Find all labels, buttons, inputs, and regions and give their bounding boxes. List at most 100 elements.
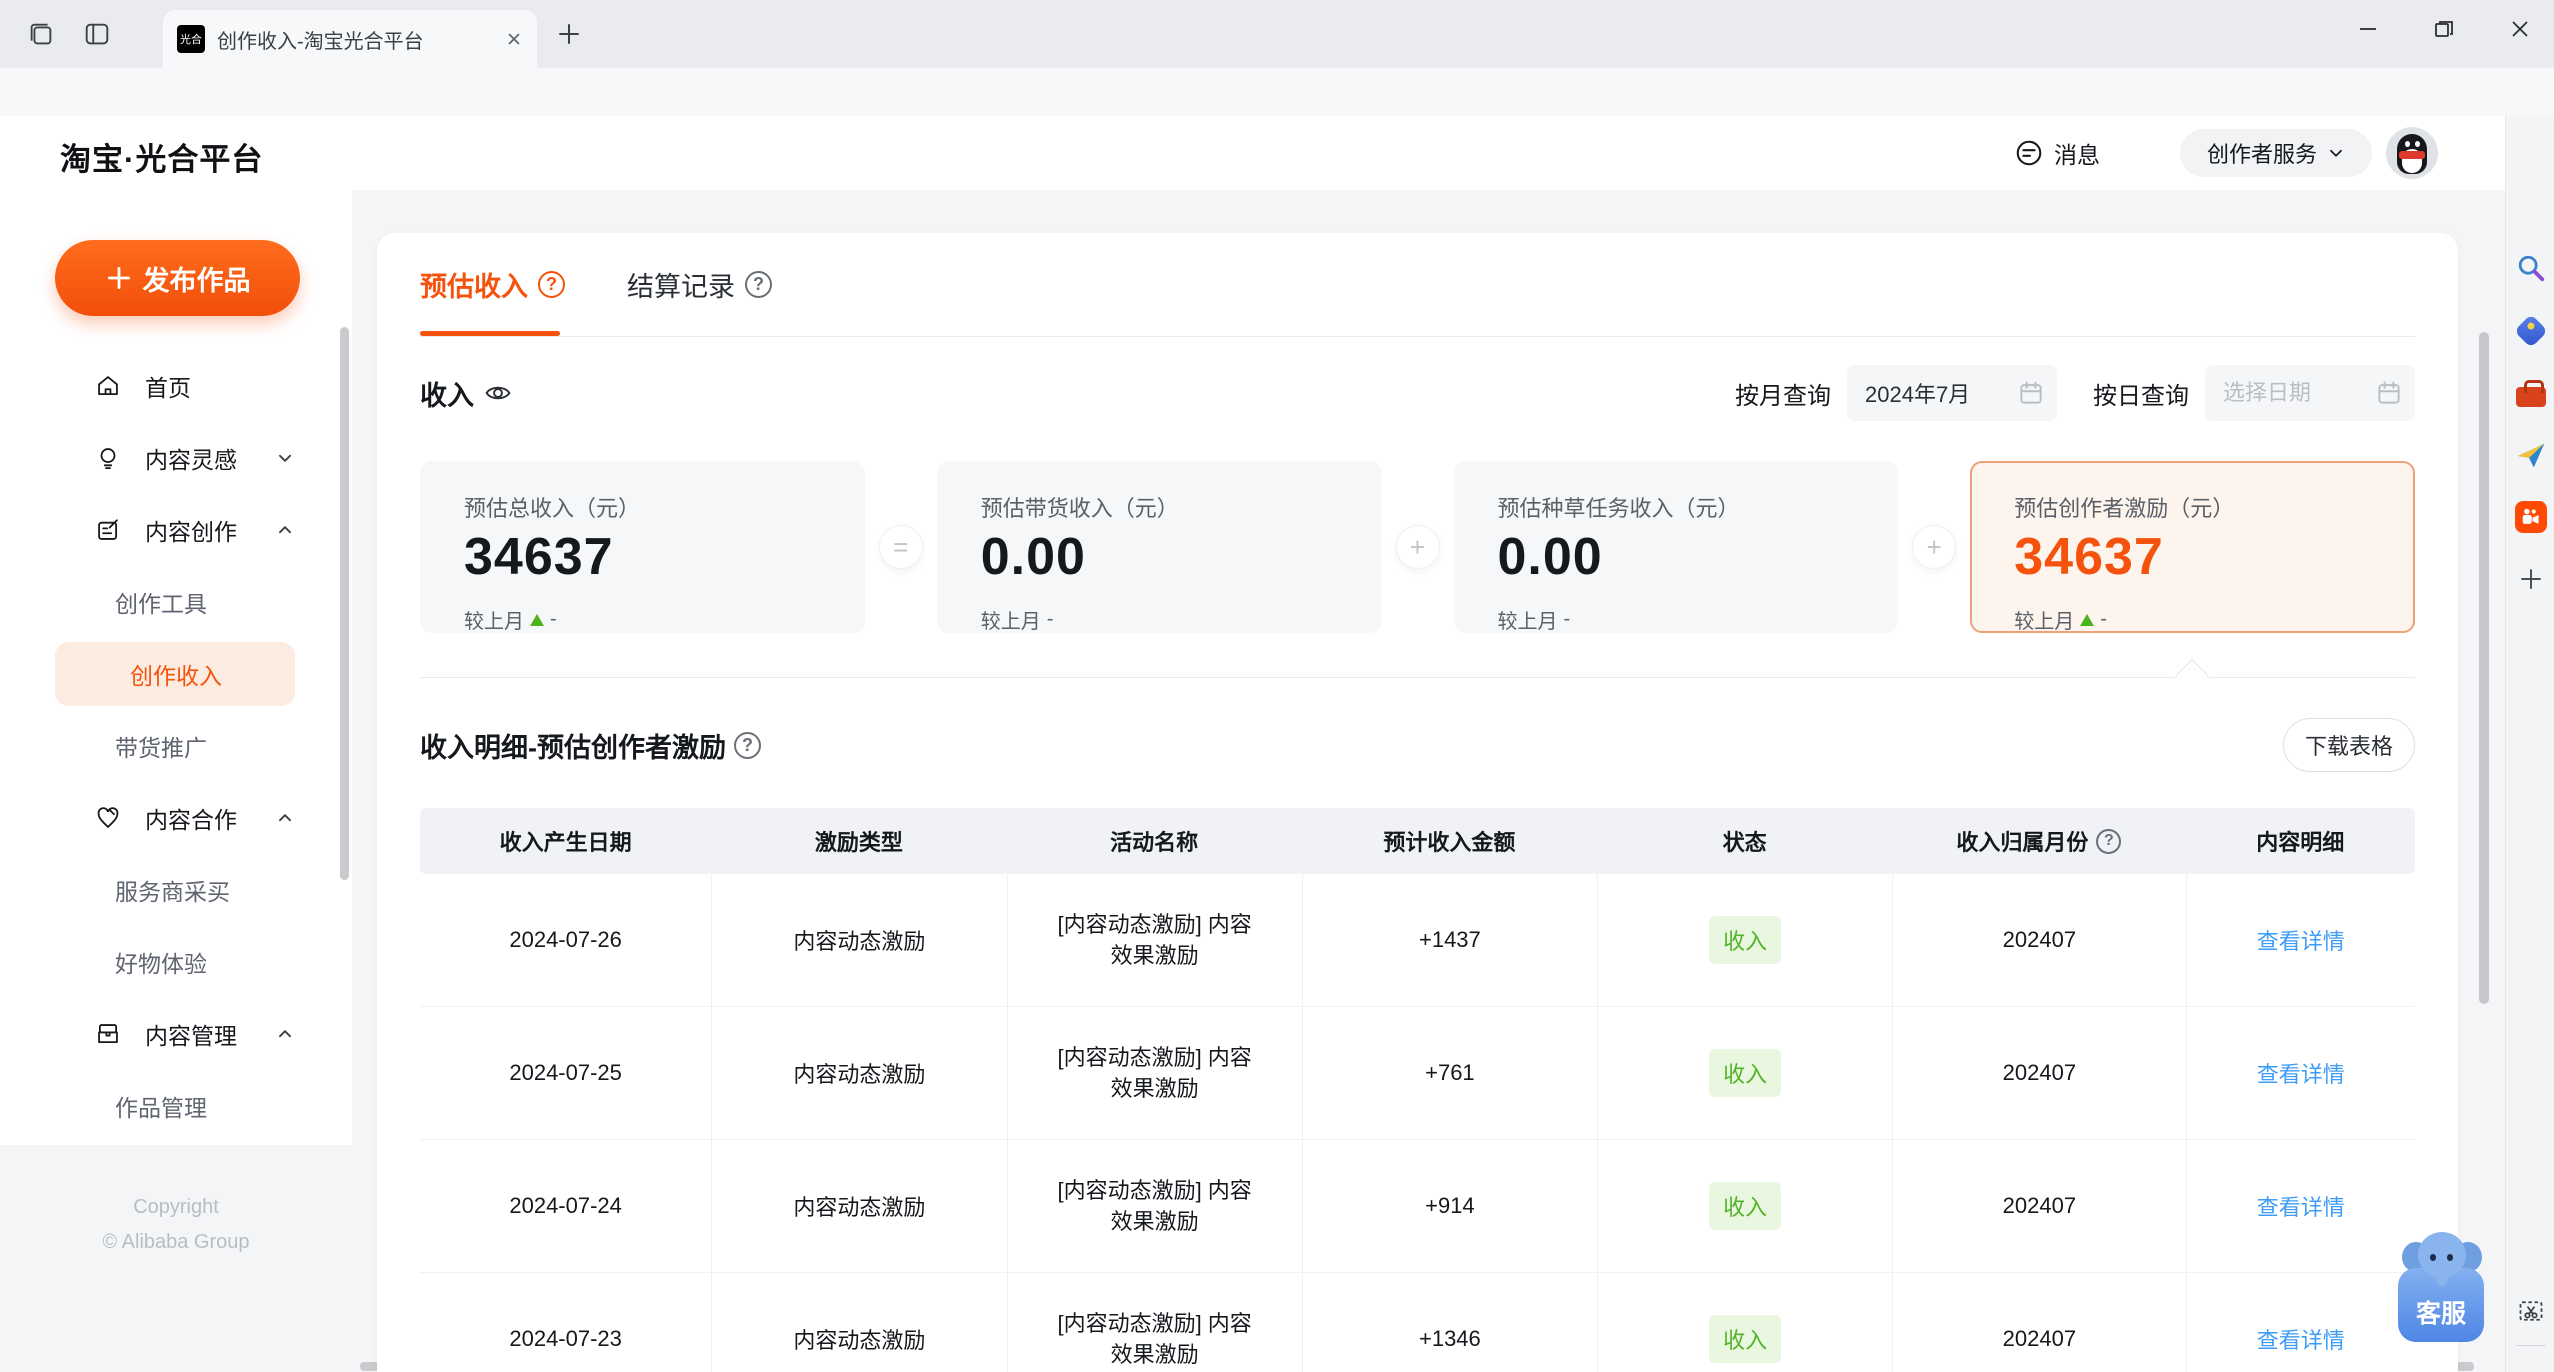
publish-button[interactable]: 发布作品 xyxy=(55,240,300,316)
operator-plus: + xyxy=(1395,525,1440,569)
detail-title: 收入明细-预估创作者激励 xyxy=(420,732,726,763)
add-sidebar-item-icon[interactable] xyxy=(2514,562,2548,596)
sidebar-item-works-management[interactable]: 作品管理 xyxy=(0,1070,352,1142)
calendar-icon xyxy=(2017,379,2045,407)
publish-label: 发布作品 xyxy=(142,265,251,296)
help-icon[interactable] xyxy=(2096,828,2122,854)
help-icon[interactable] xyxy=(734,731,761,759)
sidebar-item-home[interactable]: 首页 xyxy=(0,350,352,422)
month-query-label: 按月查询 xyxy=(1735,382,1831,410)
edge-sidebar xyxy=(2505,116,2554,1372)
customer-support-widget[interactable]: 客服 xyxy=(2396,1228,2488,1344)
card-creator-incentive[interactable]: 预估创作者激励（元） 34637 较上月 - xyxy=(1970,461,2415,633)
message-icon xyxy=(2016,140,2042,166)
heart-hands-icon xyxy=(95,805,121,831)
workspaces-icon[interactable] xyxy=(82,19,112,49)
eye-icon[interactable] xyxy=(484,379,512,407)
lightbulb-icon xyxy=(95,445,121,471)
section-divider xyxy=(420,659,2415,693)
tools-icon[interactable] xyxy=(2514,376,2548,410)
plus-icon xyxy=(107,266,130,290)
chevron-up-icon xyxy=(276,809,294,827)
status-badge: 收入 xyxy=(1709,1182,1782,1230)
sidebar-item-management[interactable]: 内容管理 xyxy=(0,998,352,1070)
copyright: Copyright © Alibaba Group xyxy=(102,1196,250,1253)
active-tab-underline xyxy=(420,331,560,336)
home-icon xyxy=(95,373,121,399)
sidebar-item-creation-income[interactable]: 创作收入 xyxy=(0,638,352,710)
sidebar-item-goods-experience[interactable]: 好物体验 xyxy=(0,926,352,998)
sidebar-scrollbar[interactable] xyxy=(340,327,349,880)
support-label: 客服 xyxy=(2415,1300,2466,1328)
card-total-income[interactable]: 预估总收入（元） 34637 较上月 - xyxy=(420,461,865,633)
main-content: 预估收入 结算记录 收入 按月查询 按日查询 xyxy=(377,233,2458,1372)
status-badge: 收入 xyxy=(1709,1049,1782,1097)
window-close-button[interactable] xyxy=(2497,0,2543,58)
income-query-row: 收入 按月查询 按日查询 xyxy=(420,365,2415,421)
user-avatar[interactable] xyxy=(2386,127,2438,179)
sidebar-item-inspiration[interactable]: 内容灵感 xyxy=(0,422,352,494)
window-minimize-button[interactable] xyxy=(2345,0,2391,58)
sidebar-item-promo[interactable]: 带货推广 xyxy=(0,710,352,782)
search-icon[interactable] xyxy=(2514,251,2548,285)
screenshot-icon[interactable] xyxy=(2514,1294,2548,1328)
tab-estimated-income[interactable]: 预估收入 xyxy=(420,265,565,304)
detail-header: 收入明细-预估创作者激励 下载表格 xyxy=(420,718,2415,772)
income-tabbar: 预估收入 结算记录 xyxy=(420,233,2415,337)
sidebar-item-creation[interactable]: 内容创作 xyxy=(0,494,352,566)
share-plane-icon[interactable] xyxy=(2514,438,2548,472)
help-icon[interactable] xyxy=(538,271,565,298)
day-query-label: 按日查询 xyxy=(2093,382,2189,410)
chevron-up-icon xyxy=(276,1025,294,1043)
site-header: 淘宝·光合平台 消息 创作者服务 xyxy=(0,116,2505,190)
messages-button[interactable]: 消息 xyxy=(2014,136,2100,170)
sidebar-item-cooperation[interactable]: 内容合作 xyxy=(0,782,352,854)
window-restore-button[interactable] xyxy=(2421,0,2467,58)
browser-tabstrip: 光合 创作收入-淘宝光合平台 xyxy=(0,0,2554,68)
browser-tab[interactable]: 光合 创作收入-淘宝光合平台 xyxy=(163,10,537,68)
view-details-link[interactable]: 查看详情 xyxy=(2257,1190,2345,1222)
page-vertical-scrollbar[interactable] xyxy=(2479,332,2489,1004)
trend-up-icon xyxy=(530,613,544,626)
table-row: 2024-07-26 内容动态激励 [内容动态激励] 内容效果激励 +1437 … xyxy=(420,874,2415,1007)
tab-title: 创作收入-淘宝光合平台 xyxy=(217,30,424,53)
help-icon[interactable] xyxy=(745,271,772,298)
sidebar-item-creation-tools[interactable]: 创作工具 xyxy=(0,566,352,638)
status-badge: 收入 xyxy=(1709,916,1782,964)
tab-actions-icon[interactable] xyxy=(26,19,56,49)
chevron-down-icon xyxy=(276,449,294,467)
compose-icon xyxy=(95,517,121,543)
view-details-link[interactable]: 查看详情 xyxy=(2257,924,2345,956)
view-details-link[interactable]: 查看详情 xyxy=(2257,1057,2345,1089)
creator-services-dropdown[interactable]: 创作者服务 xyxy=(2180,129,2372,177)
income-table: 收入产生日期 激励类型 活动名称 预计收入金额 状态 收入归属月份 内容明细 2… xyxy=(420,808,2415,1372)
stat-cards: 预估总收入（元） 34637 较上月 - = 预估带货收入（元） 0.00 较上月… xyxy=(420,461,2415,633)
chevron-down-icon xyxy=(2330,149,2342,157)
left-sidebar: 发布作品 首页 内容灵感 内容创作 创作工具 创作收入 带货推广 内容合作 服务… xyxy=(0,190,352,1145)
table-row: 2024-07-25 内容动态激励 [内容动态激励] 内容效果激励 +761 收… xyxy=(420,1007,2415,1140)
card-task-income[interactable]: 预估种草任务收入（元） 0.00 较上月 - xyxy=(1453,461,1899,633)
tab-settlement-record[interactable]: 结算记录 xyxy=(627,265,772,304)
tab-close-icon[interactable] xyxy=(505,30,523,48)
operator-equals: = xyxy=(878,525,923,569)
chevron-up-icon xyxy=(276,521,294,539)
table-row: 2024-07-23 内容动态激励 [内容动态激励] 内容效果激励 +1346 … xyxy=(420,1273,2415,1372)
shopping-icon[interactable] xyxy=(2514,314,2548,348)
income-title: 收入 xyxy=(420,380,474,411)
download-table-button[interactable]: 下载表格 xyxy=(2283,718,2415,772)
card-goods-income[interactable]: 预估带货收入（元） 0.00 较上月 - xyxy=(936,461,1382,633)
creator-services-label: 创作者服务 xyxy=(2206,142,2317,167)
site-logo: 淘宝·光合平台 xyxy=(60,142,264,177)
sidebar-divider xyxy=(2516,1345,2546,1346)
sidebar-panel-icon[interactable] xyxy=(2514,1366,2548,1372)
kuaishou-icon[interactable] xyxy=(2514,500,2548,534)
status-badge: 收入 xyxy=(1709,1315,1782,1363)
trend-up-icon xyxy=(2080,613,2095,626)
sidebar-item-service-purchase[interactable]: 服务商采买 xyxy=(0,854,352,926)
archive-box-icon xyxy=(95,1021,121,1047)
view-details-link[interactable]: 查看详情 xyxy=(2257,1323,2345,1355)
new-tab-icon[interactable] xyxy=(556,21,582,47)
selected-card-notch xyxy=(2175,659,2209,693)
browser-toolbar: https://creator.guanghe.taobao.com/page/… xyxy=(0,68,2554,179)
site-favicon: 光合 xyxy=(177,25,205,53)
